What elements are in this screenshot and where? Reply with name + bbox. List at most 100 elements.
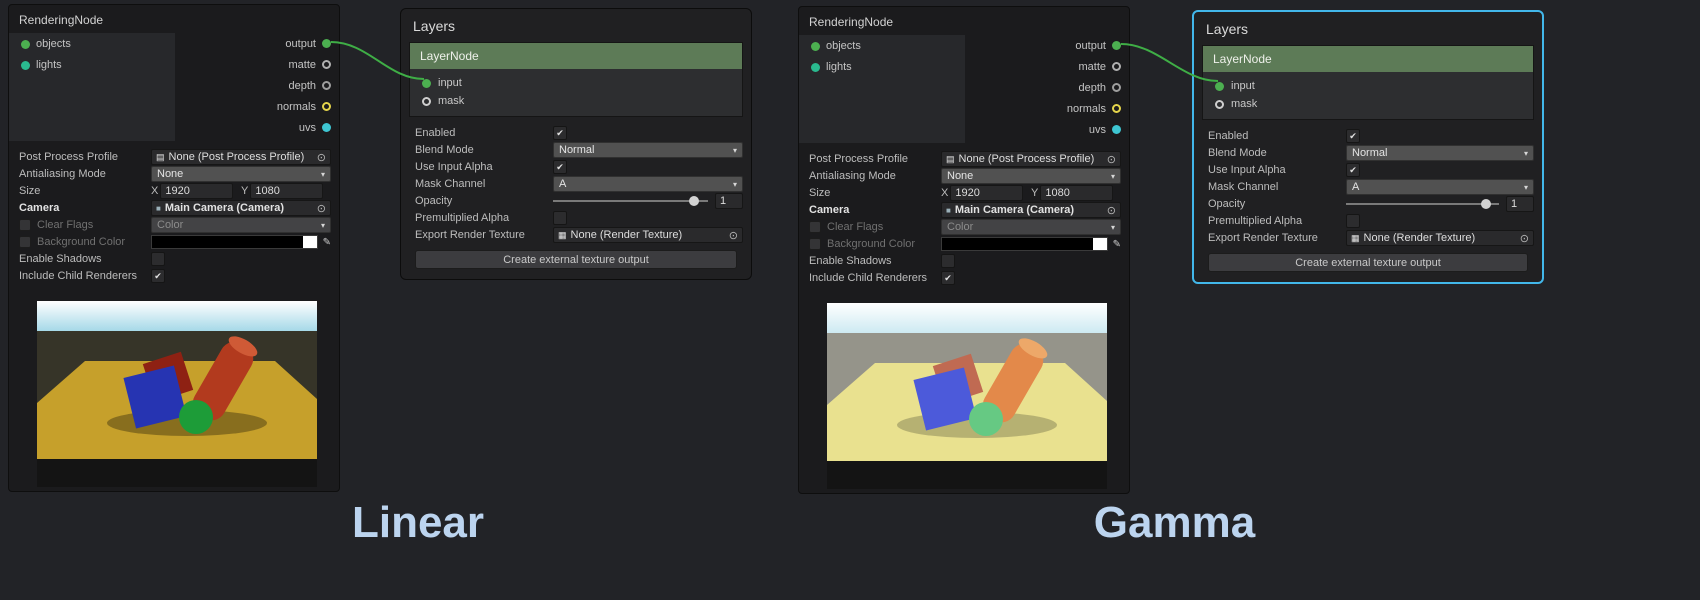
node-title[interactable]: RenderingNode (799, 7, 1129, 35)
premultiplied-alpha-checkbox[interactable] (1346, 214, 1360, 228)
enabled-checkbox[interactable] (553, 126, 567, 140)
mask-channel-dropdown[interactable]: A ▾ (1346, 179, 1534, 195)
port-input[interactable]: input (410, 74, 742, 92)
post-process-profile-field[interactable]: ▤ None (Post Process Profile) ⊙ (941, 151, 1121, 167)
include-child-renderers-checkbox[interactable] (151, 269, 165, 283)
port-normals[interactable]: normals (1067, 98, 1129, 119)
port-normals[interactable]: normals (277, 96, 339, 117)
object-picker-icon[interactable]: ⊙ (729, 229, 738, 242)
port-output[interactable]: output (277, 33, 339, 54)
port-dot[interactable] (1215, 100, 1224, 109)
clear-flags-dropdown[interactable]: Color ▾ (151, 217, 331, 233)
clear-flags-dropdown[interactable]: Color ▾ (941, 219, 1121, 235)
create-external-texture-button[interactable]: Create external texture output (1208, 253, 1528, 272)
size-x-input[interactable]: 1920 (160, 183, 233, 199)
eyedropper-icon[interactable]: ✎ (323, 237, 331, 248)
ports-area: objects lights output matte depth normal… (799, 35, 1129, 143)
port-dot[interactable] (1112, 104, 1121, 113)
clear-flags-checkbox[interactable] (19, 219, 31, 231)
output-ports-block: output matte depth normals uvs (1067, 35, 1129, 140)
port-matte[interactable]: matte (277, 54, 339, 75)
port-depth[interactable]: depth (1067, 77, 1129, 98)
eyedropper-icon[interactable]: ✎ (1113, 239, 1121, 250)
slider-handle[interactable] (689, 196, 699, 206)
export-render-texture-field[interactable]: ▦ None (Render Texture) ⊙ (553, 227, 743, 243)
port-dot[interactable] (322, 39, 331, 48)
port-dot[interactable] (811, 42, 820, 51)
port-objects[interactable]: objects (799, 35, 965, 56)
premultiplied-alpha-checkbox[interactable] (553, 211, 567, 225)
size-x-input[interactable]: 1920 (950, 185, 1023, 201)
opacity-value-input[interactable]: 1 (715, 193, 743, 209)
port-dot[interactable] (322, 102, 331, 111)
antialiasing-dropdown[interactable]: None ▾ (941, 168, 1121, 184)
node-title[interactable]: RenderingNode (9, 5, 339, 33)
layer-node-header[interactable]: LayerNode (1203, 46, 1533, 72)
port-depth[interactable]: depth (277, 75, 339, 96)
layer-node-header[interactable]: LayerNode (410, 43, 742, 69)
port-input[interactable]: input (1203, 77, 1533, 95)
port-dot[interactable] (322, 81, 331, 90)
field-label: Export Render Texture (1208, 232, 1346, 244)
blend-mode-dropdown[interactable]: Normal ▾ (553, 142, 743, 158)
port-uvs[interactable]: uvs (1067, 119, 1129, 140)
slider-handle[interactable] (1481, 199, 1491, 209)
color-swatch[interactable] (941, 237, 1108, 251)
include-child-renderers-checkbox[interactable] (941, 271, 955, 285)
size-y-input[interactable]: 1080 (250, 183, 323, 199)
port-dot[interactable] (1112, 41, 1121, 50)
port-uvs[interactable]: uvs (277, 117, 339, 138)
opacity-slider[interactable] (1346, 198, 1499, 210)
port-dot[interactable] (422, 97, 431, 106)
background-color-checkbox[interactable] (809, 238, 821, 250)
ports-area: objects lights output matte depth normal… (9, 33, 339, 141)
post-process-profile-field[interactable]: ▤ None (Post Process Profile) ⊙ (151, 149, 331, 165)
port-dot[interactable] (1112, 83, 1121, 92)
use-input-alpha-checkbox[interactable] (553, 160, 567, 174)
panel-title: Layers (401, 9, 751, 42)
port-lights[interactable]: lights (799, 56, 965, 77)
rendered-scene (37, 301, 317, 487)
camera-field[interactable]: ■ Main Camera (Camera) ⊙ (151, 200, 331, 216)
port-mask[interactable]: mask (1203, 95, 1533, 113)
port-lights[interactable]: lights (9, 54, 175, 75)
port-dot[interactable] (422, 79, 431, 88)
port-dot[interactable] (1215, 82, 1224, 91)
create-external-texture-button[interactable]: Create external texture output (415, 250, 737, 269)
enabled-checkbox[interactable] (1346, 129, 1360, 143)
port-dot[interactable] (322, 123, 331, 132)
size-y-input[interactable]: 1080 (1040, 185, 1113, 201)
port-dot[interactable] (1112, 125, 1121, 134)
object-picker-icon[interactable]: ⊙ (317, 202, 326, 215)
blend-mode-dropdown[interactable]: Normal ▾ (1346, 145, 1534, 161)
port-matte[interactable]: matte (1067, 56, 1129, 77)
field-label: Size (809, 187, 941, 199)
port-dot[interactable] (21, 61, 30, 70)
export-render-texture-field[interactable]: ▦ None (Render Texture) ⊙ (1346, 230, 1534, 246)
port-dot[interactable] (1112, 62, 1121, 71)
antialiasing-dropdown[interactable]: None ▾ (151, 166, 331, 182)
chevron-down-icon: ▾ (733, 146, 737, 155)
color-swatch[interactable] (151, 235, 318, 249)
field-label: Camera (19, 202, 151, 214)
enable-shadows-checkbox[interactable] (151, 252, 165, 266)
port-dot[interactable] (811, 63, 820, 72)
opacity-slider[interactable] (553, 195, 708, 207)
port-dot[interactable] (322, 60, 331, 69)
mask-channel-dropdown[interactable]: A ▾ (553, 176, 743, 192)
use-input-alpha-checkbox[interactable] (1346, 163, 1360, 177)
enable-shadows-checkbox[interactable] (941, 254, 955, 268)
camera-field[interactable]: ■ Main Camera (Camera) ⊙ (941, 202, 1121, 218)
object-picker-icon[interactable]: ⊙ (1520, 232, 1529, 245)
object-picker-icon[interactable]: ⊙ (317, 151, 326, 164)
opacity-value-input[interactable]: 1 (1506, 196, 1534, 212)
object-picker-icon[interactable]: ⊙ (1107, 204, 1116, 217)
port-output[interactable]: output (1067, 35, 1129, 56)
port-mask[interactable]: mask (410, 92, 742, 110)
port-dot[interactable] (21, 40, 30, 49)
render-texture-icon: ▦ (1351, 233, 1360, 244)
object-picker-icon[interactable]: ⊙ (1107, 153, 1116, 166)
port-objects[interactable]: objects (9, 33, 175, 54)
background-color-checkbox[interactable] (19, 236, 31, 248)
clear-flags-checkbox[interactable] (809, 221, 821, 233)
